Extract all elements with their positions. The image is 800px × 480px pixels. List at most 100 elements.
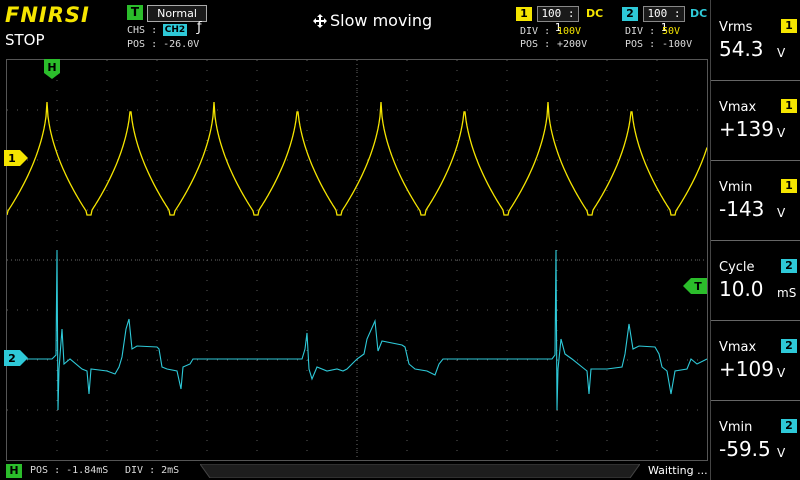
- grid-dot: [337, 159, 338, 161]
- grid-dot: [56, 240, 58, 241]
- grid-dot: [187, 209, 188, 211]
- grid-dot: [56, 90, 58, 91]
- grid-dot: [87, 309, 88, 311]
- grid-dot: [206, 300, 208, 301]
- grid-dot: [277, 209, 278, 211]
- grid-dot: [256, 140, 258, 141]
- grid-dot: [687, 359, 688, 361]
- grid-dot: [606, 100, 608, 101]
- grid-dot: [87, 109, 88, 111]
- grid-dot: [147, 159, 148, 161]
- measurement-unit: V: [777, 366, 786, 380]
- grid-dot: [656, 400, 658, 401]
- grid-dot: [197, 409, 198, 411]
- grid-dot: [107, 309, 108, 311]
- grid-dot: [7, 409, 8, 411]
- rising-edge-icon[interactable]: ƒ: [197, 20, 202, 35]
- measurement-ch2-vmax[interactable]: Vmax 2 +109 V: [711, 320, 800, 401]
- grid-dot: [227, 209, 228, 211]
- grid-dot: [606, 340, 608, 341]
- ch2-probe[interactable]: 100 : 1: [643, 6, 685, 34]
- grid-dot: [437, 109, 438, 111]
- grid-dot: [397, 359, 398, 361]
- grid-dot: [156, 330, 158, 331]
- grid-dot: [306, 200, 308, 201]
- measurement-value: -59.5: [719, 437, 771, 461]
- ch2-badge[interactable]: 2: [622, 7, 638, 21]
- grid-dot: [556, 220, 558, 221]
- trigger-source-badge[interactable]: CH2: [163, 24, 187, 36]
- ch2-pos-value: -100V: [662, 39, 693, 50]
- grid-dot: [156, 100, 158, 101]
- grid-dot: [597, 209, 598, 211]
- grid-dot: [337, 259, 338, 261]
- grid-dot: [106, 250, 108, 251]
- grid-dot: [106, 180, 108, 181]
- run-state[interactable]: STOP: [5, 31, 45, 49]
- grid-dot: [356, 190, 358, 191]
- ch1-offset-marker[interactable]: 1: [4, 150, 28, 166]
- grid-dot: [606, 130, 608, 131]
- grid-dot: [327, 409, 328, 411]
- ch2-coupling[interactable]: DC: [690, 7, 707, 20]
- grid-dot: [557, 209, 558, 211]
- grid-dot: [577, 209, 578, 211]
- trigger-level-marker[interactable]: T: [683, 278, 707, 294]
- measurement-ch1-vrms[interactable]: Vrms 1 54.3 V: [711, 0, 800, 81]
- grid-dot: [637, 109, 638, 111]
- grid-dot: [306, 290, 308, 291]
- grid-dot: [637, 159, 638, 161]
- grid-dot: [337, 109, 338, 111]
- grid-dot: [197, 359, 198, 361]
- measurement-ch1-vmin[interactable]: Vmin 1 -143 V: [711, 160, 800, 241]
- grid-dot: [206, 220, 208, 221]
- grid-dot: [477, 309, 478, 311]
- grid-dot: [157, 109, 158, 111]
- grid-dot: [406, 290, 408, 291]
- grid-dot: [206, 60, 208, 61]
- grid-dot: [406, 230, 408, 231]
- ch2-offset-marker[interactable]: 2: [4, 350, 28, 366]
- grid-dot: [367, 409, 368, 411]
- grid-dot: [256, 400, 258, 401]
- grid-dot: [47, 159, 48, 161]
- grid-dot: [206, 250, 208, 251]
- grid-dot: [577, 359, 578, 361]
- grid-dot: [206, 340, 208, 341]
- grid-dot: [527, 109, 528, 111]
- measurement-ch2-cycle[interactable]: Cycle 2 10.0 mS: [711, 240, 800, 321]
- grid-dot: [656, 100, 658, 101]
- grid-dot: [497, 259, 498, 261]
- grid-dot: [237, 259, 238, 261]
- grid-dot: [517, 109, 518, 111]
- timebase-pos[interactable]: POS : -1.84mS: [30, 465, 108, 476]
- grid-dot: [656, 120, 658, 121]
- grid-dot: [637, 259, 638, 261]
- grid-dot: [677, 309, 678, 311]
- grid-dot: [417, 309, 418, 311]
- timebase-div[interactable]: DIV : 2mS: [125, 465, 179, 476]
- grid-dot: [556, 90, 558, 91]
- grid-dot: [207, 159, 208, 161]
- grid-dot: [577, 109, 578, 111]
- measurement-ch2-vmin[interactable]: Vmin 2 -59.5 V: [711, 400, 800, 480]
- grid-dot: [277, 259, 278, 261]
- grid-dot: [556, 180, 558, 181]
- grid-dot: [77, 109, 78, 111]
- grid-dot: [117, 309, 118, 311]
- grid-dot: [607, 460, 608, 461]
- horizontal-position-marker[interactable]: H: [44, 59, 60, 79]
- ch1-probe[interactable]: 100 : 1: [537, 6, 579, 34]
- grid-dot: [417, 209, 418, 211]
- grid-dot: [507, 359, 508, 361]
- grid-dot: [297, 109, 298, 111]
- grid-dot: [157, 209, 158, 211]
- measurement-ch1-vmax[interactable]: Vmax 1 +139 V: [711, 80, 800, 161]
- grid-dot: [417, 159, 418, 161]
- grid-dot: [406, 70, 408, 71]
- grid-dot: [587, 359, 588, 361]
- waveform-display[interactable]: [6, 59, 708, 461]
- ch1-badge[interactable]: 1: [516, 7, 532, 21]
- ch1-coupling[interactable]: DC: [586, 7, 603, 20]
- grid-dot: [207, 109, 208, 111]
